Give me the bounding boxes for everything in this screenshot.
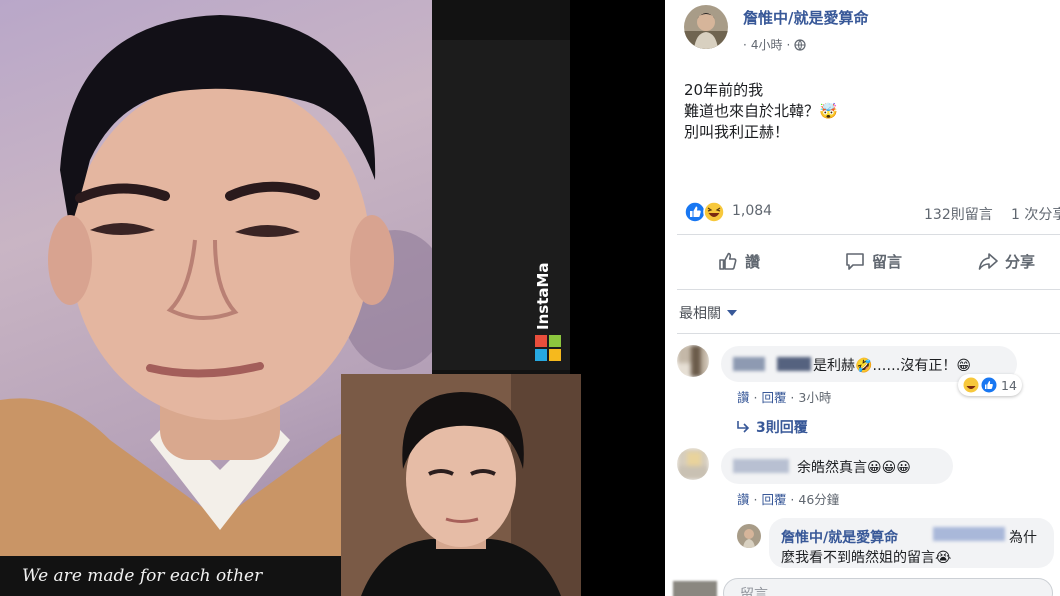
- comment-reactions-badge[interactable]: 14: [958, 374, 1022, 396]
- haha-icon: [703, 201, 725, 223]
- divider: [677, 234, 1060, 235]
- comment-time[interactable]: 46分鐘: [798, 492, 839, 507]
- post-text: 20年前的我 難道也來自於北韓？🤯 別叫我利正赫！: [684, 80, 838, 143]
- logo-square-1: [535, 335, 547, 347]
- comments-count-link[interactable]: 132則留言: [924, 204, 993, 224]
- reaction-icons[interactable]: [684, 201, 728, 223]
- author-avatar[interactable]: [684, 5, 728, 49]
- reply-bubble: 詹惟中/就是愛算命 為什 麼我看不到皓然姐的留言😭: [769, 518, 1054, 568]
- comment-avatar[interactable]: [677, 345, 709, 377]
- reply-text-line: 麼我看不到皓然姐的留言😭: [781, 550, 952, 566]
- meta-dot: ·: [786, 37, 791, 52]
- share-button[interactable]: 分享: [977, 250, 1035, 272]
- divider: [677, 333, 1060, 334]
- like-button[interactable]: 讚: [717, 250, 760, 272]
- comment-text: 余皓然真言😀😀😀: [797, 460, 911, 476]
- instamag-text: InstaMag: [534, 262, 552, 330]
- comment-reply-link[interactable]: 回覆: [761, 492, 786, 507]
- caret-down-icon: [727, 310, 737, 316]
- instamag-watermark: InstaMag: [534, 262, 552, 330]
- blurred-commenter-name: [733, 459, 789, 473]
- meta-dot: ·: [743, 37, 747, 52]
- post-panel: 詹惟中/就是愛算命 · 4小時 · 20年前的我 難道也來自於北韓？🤯 別叫我利…: [665, 0, 1060, 596]
- like-icon: [684, 201, 706, 223]
- post-photo[interactable]: InstaMag We are made for each other: [0, 0, 665, 596]
- current-user-avatar: [673, 581, 717, 596]
- comment-reply-link[interactable]: 回覆: [761, 390, 786, 405]
- logo-square-3: [535, 349, 547, 361]
- reply-author-avatar[interactable]: [737, 524, 761, 548]
- comment-actions: 讚 · 回覆 · 46分鐘: [737, 492, 840, 507]
- sort-label: 最相關: [679, 306, 721, 322]
- author-name-link[interactable]: 詹惟中/就是愛算命: [743, 7, 868, 28]
- view-replies-link[interactable]: 3則回覆: [736, 417, 808, 437]
- comment-sort-dropdown[interactable]: 最相關: [679, 303, 737, 323]
- comment-icon: [846, 253, 864, 270]
- logo-square-2: [549, 335, 561, 347]
- blurred-text: [777, 357, 811, 371]
- comment-button[interactable]: 留言: [844, 250, 902, 272]
- reactions-row: 1,084 132則留言 1 次分享: [684, 200, 1060, 224]
- instamag-logo-icon: [535, 335, 561, 361]
- like-icon: [981, 377, 997, 393]
- photo-caption: We are made for each other: [22, 566, 263, 586]
- comment-avatar[interactable]: [677, 448, 709, 480]
- comment-bubble: 余皓然真言😀😀😀: [721, 448, 953, 484]
- globe-icon[interactable]: [794, 38, 806, 51]
- post-text-line: 難道也來自於北韓？🤯: [684, 102, 838, 120]
- blurred-tagged-name: [933, 527, 1005, 541]
- comment-like-link[interactable]: 讚: [737, 492, 750, 507]
- recent-portrait-photo: [341, 374, 581, 596]
- post-meta: · 4小時 ·: [743, 36, 806, 53]
- post-time-link[interactable]: 4小時: [751, 36, 783, 53]
- logo-square-4: [549, 349, 561, 361]
- reply-text-tail: 為什: [1009, 530, 1037, 546]
- haha-icon: [963, 377, 979, 393]
- share-button-label: 分享: [1005, 252, 1036, 271]
- post-text-line: 20年前的我: [684, 81, 764, 99]
- thumbs-up-icon: [719, 252, 737, 270]
- reaction-count[interactable]: 1,084: [732, 203, 772, 219]
- comment-time[interactable]: 3小時: [798, 390, 831, 405]
- post-text-line: 別叫我利正赫！: [684, 123, 790, 141]
- like-button-label: 讚: [745, 252, 761, 271]
- reply-arrow-icon: [737, 421, 750, 433]
- view-replies-label: 3則回覆: [756, 420, 808, 436]
- reply-author-name[interactable]: 詹惟中/就是愛算命: [781, 527, 898, 547]
- comment-like-link[interactable]: 讚: [737, 390, 750, 405]
- post-actions: 讚 留言 分享: [665, 240, 1060, 286]
- share-icon: [978, 253, 998, 270]
- shares-count-link[interactable]: 1 次分享: [1011, 204, 1060, 224]
- comment-actions: 讚 · 回覆 · 3小時: [737, 390, 832, 405]
- comment-reactions-count: 14: [1001, 377, 1017, 393]
- comment-input[interactable]: 留言: [723, 578, 1053, 596]
- divider: [677, 289, 1060, 290]
- comment-button-label: 留言: [872, 252, 903, 271]
- comment-text: 是利赫🤣……沒有正！😁: [813, 358, 972, 374]
- blurred-commenter-name: [733, 357, 765, 371]
- comment-input-placeholder: 留言: [740, 587, 768, 596]
